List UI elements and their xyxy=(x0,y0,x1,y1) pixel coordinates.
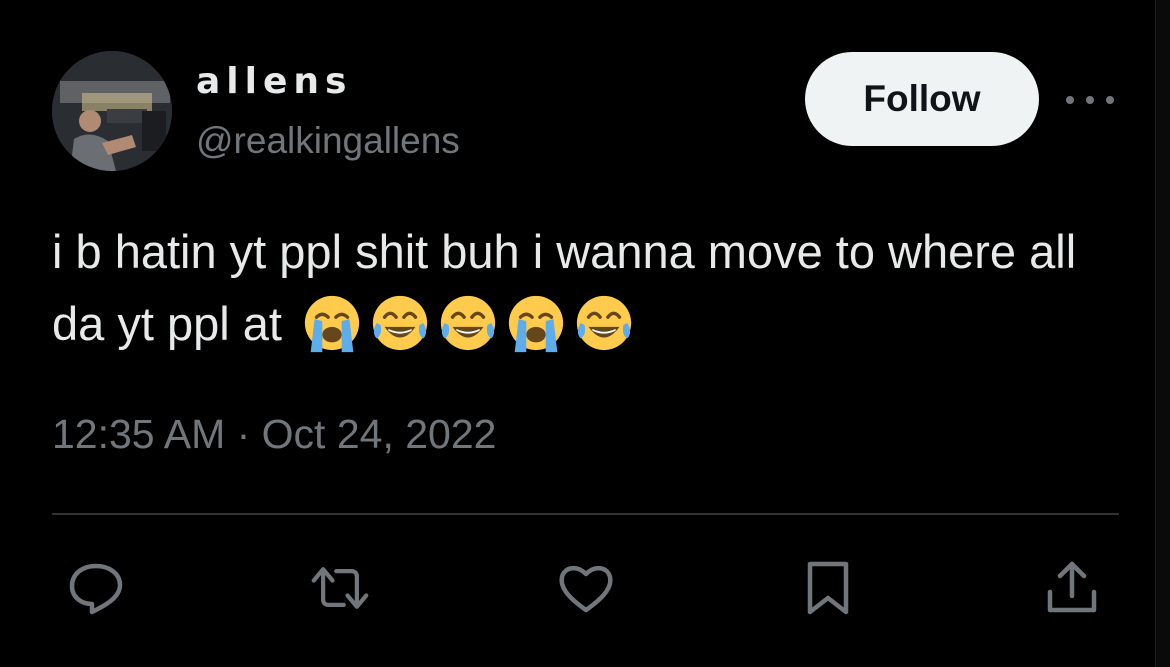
share-button[interactable] xyxy=(1042,558,1102,618)
emoji-row xyxy=(301,292,635,354)
retweet-button[interactable] xyxy=(310,558,370,618)
avatar[interactable] xyxy=(52,51,172,171)
bookmark-button[interactable] xyxy=(798,558,858,618)
author-handle[interactable]: @realkingallens xyxy=(196,116,460,166)
bookmark-icon xyxy=(807,561,849,615)
face-with-tears-of-joy-icon xyxy=(576,295,632,351)
loudly-crying-face-icon xyxy=(508,295,564,353)
loudly-crying-face-icon xyxy=(304,295,360,353)
tweet-timestamp[interactable]: 12:35 AM · Oct 24, 2022 xyxy=(52,406,496,462)
divider xyxy=(52,513,1119,515)
heart-icon xyxy=(559,565,613,613)
face-with-tears-of-joy-icon xyxy=(440,295,496,351)
dot xyxy=(1086,96,1094,104)
tweet-text: i b hatin yt ppl shit buh i wanna move t… xyxy=(52,216,1092,360)
dot xyxy=(1066,96,1074,104)
share-icon xyxy=(1047,561,1097,613)
follow-button[interactable]: Follow xyxy=(805,52,1039,146)
author-display-name[interactable]: allens xyxy=(196,56,352,108)
reply-button[interactable] xyxy=(66,558,126,618)
reply-icon xyxy=(69,563,123,615)
face-with-tears-of-joy-icon xyxy=(372,295,428,351)
more-horizontal-icon[interactable] xyxy=(1066,88,1114,112)
retweet-icon xyxy=(311,567,369,609)
avatar-photo-icon xyxy=(52,51,172,171)
dot xyxy=(1106,96,1114,104)
scroll-edge xyxy=(1155,0,1170,667)
like-button[interactable] xyxy=(556,558,616,618)
